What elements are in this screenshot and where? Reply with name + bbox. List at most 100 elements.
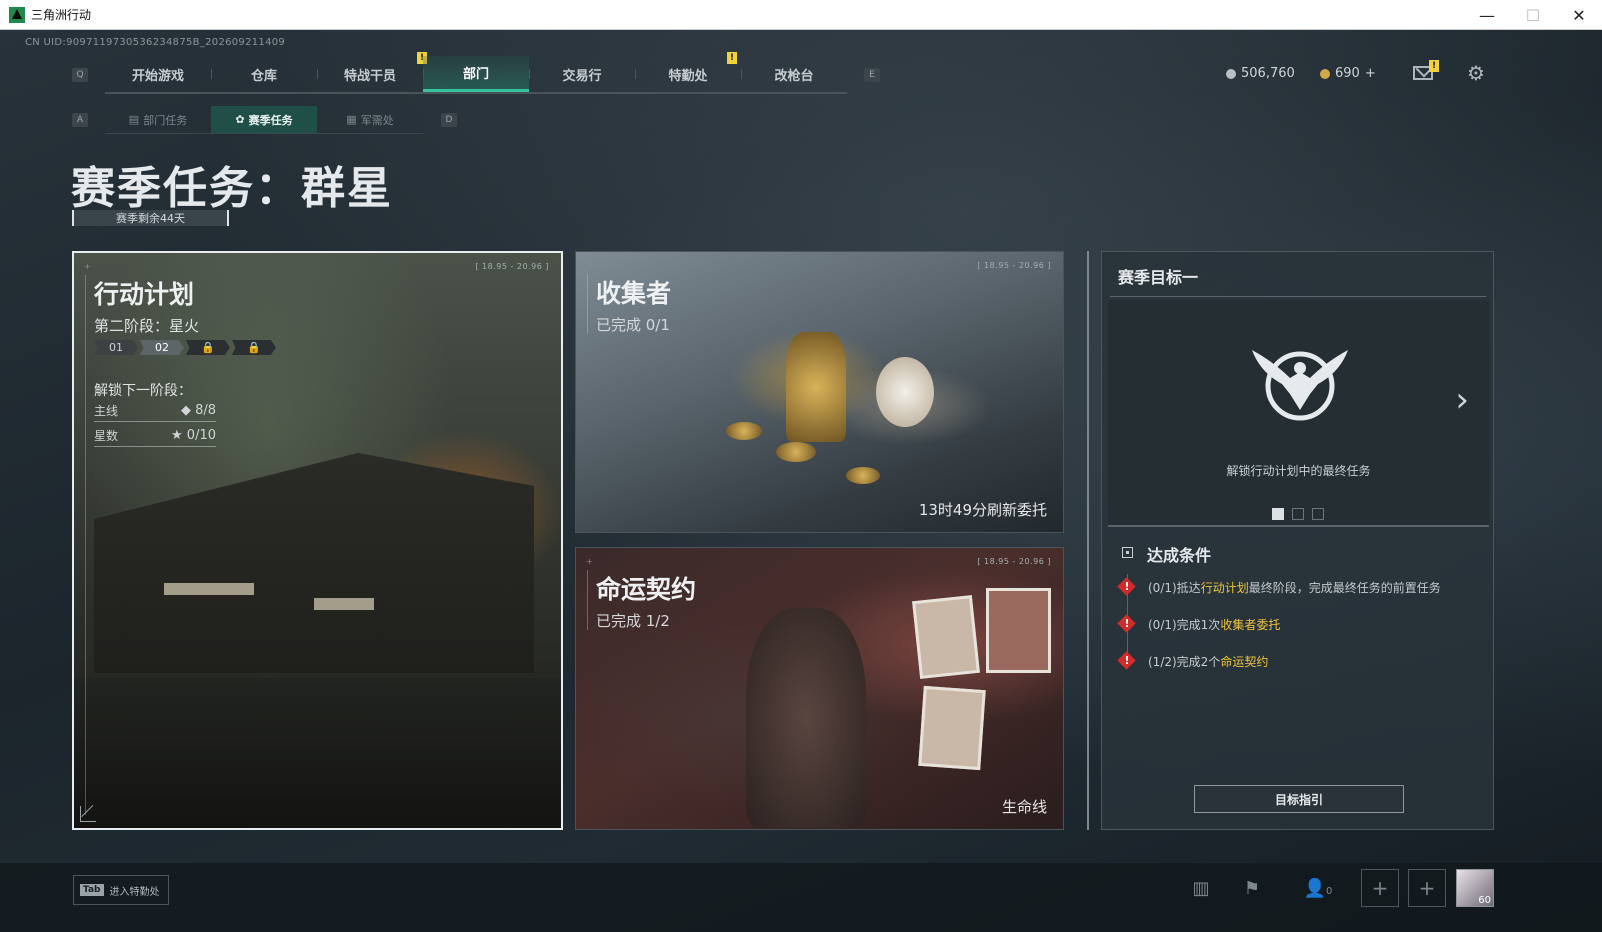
page-title: 赛季任务：群星 (71, 163, 393, 214)
gold-currency[interactable]: 690 + (1320, 66, 1376, 81)
stars-row: 星数 ★ 0/10 (94, 425, 216, 447)
tab-label: 仓库 (250, 68, 277, 84)
tab-trading[interactable]: 交易行 (529, 56, 635, 92)
minimize-button[interactable]: — (1464, 0, 1510, 30)
silver-amount: 506,760 (1241, 66, 1295, 81)
avatar-level: 60 (1478, 895, 1491, 906)
subtab-quartermaster[interactable]: ▦ 军需处 (317, 106, 423, 133)
golden-deer-illustration (786, 332, 846, 442)
settings-gear-icon[interactable]: ⚙ (1467, 63, 1486, 83)
condition-text: (1/2)完成2个 (1148, 654, 1221, 669)
stage-chip-locked-lock-icon: 🔒 (232, 340, 276, 355)
tab-department[interactable]: 部门 (423, 56, 529, 92)
collector-card[interactable]: + [ 18.95 - 20.96 ] 收集者 已完成 0/1 13时49分刷新… (575, 251, 1064, 533)
expand-icon (80, 806, 96, 822)
add-squad-slot-plus-icon[interactable]: + (1361, 869, 1399, 907)
nav-right-key-hint: E (864, 68, 880, 82)
tab-start-game[interactable]: 开始游戏 (105, 56, 211, 92)
coin-illustration (776, 442, 816, 462)
pager-dot[interactable] (1272, 508, 1284, 520)
wanted-photo (918, 685, 986, 771)
mail-notification-badge: ! (1429, 60, 1439, 72)
subtab-department-tasks[interactable]: ▤ 部门任务 (105, 106, 211, 133)
next-goal-chevron-right-icon[interactable]: › (1455, 380, 1469, 420)
condition-item: (0/1)完成1次收集者委托 (1118, 615, 1280, 633)
silver-currency: 506,760 (1226, 66, 1295, 81)
maximize-button[interactable]: ☐ (1510, 0, 1556, 30)
condition-highlight: 行动计划 (1200, 580, 1249, 595)
stats-chart-icon[interactable]: ▥ (1189, 877, 1213, 901)
stage-chip-01: 01 (94, 340, 138, 355)
collector-refresh-timer: 13时49分刷新委托 (918, 501, 1047, 519)
sub-right-key-hint: D (441, 113, 457, 127)
warning-diamond-icon (1118, 578, 1136, 596)
wanted-photo (912, 595, 980, 679)
avatar[interactable]: 60 (1456, 869, 1494, 907)
enter-special-ops-button[interactable]: Tab 进入特勤处 (73, 875, 169, 905)
stage-chip-02: 02 (140, 340, 184, 355)
gold-coin-icon (1320, 68, 1330, 79)
tab-special-ops[interactable]: 特勤处 ! (635, 52, 741, 92)
silver-coin-icon (1226, 68, 1236, 79)
tab-operators[interactable]: 特战干员 ! (317, 52, 427, 92)
game-screen: CN UID:9097119730536234875B_202609211409… (0, 30, 1602, 932)
tab-label: 部门 (462, 67, 489, 82)
corner-mark: + (84, 262, 91, 271)
condition-highlight: 命运契约 (1220, 654, 1269, 669)
card-corner-tag: [ 18.95 - 20.96 ] (977, 557, 1051, 566)
season-goal-panel: 赛季目标一 › 解锁行动计划中的最终任务 达成条件 (0/1)抵达行动计划最终阶… (1101, 251, 1494, 830)
building-illustration (94, 453, 534, 673)
card-guide-line (587, 274, 588, 334)
mainline-label: 主线 (94, 404, 119, 418)
window-titlebar: 三角洲行动 — ☐ ✕ (0, 0, 1602, 30)
close-button[interactable]: ✕ (1556, 0, 1602, 30)
goal-guide-button[interactable]: 目标指引 (1194, 785, 1404, 813)
card-guide-line (587, 570, 588, 630)
operation-plan-card[interactable]: + [ 18.95 - 20.96 ] 行动计划 第二阶段：星火 01 02 🔒… (72, 251, 563, 830)
warning-diamond-icon (1118, 652, 1136, 670)
condition-item: (0/1)抵达行动计划最终阶段，完成最终任务的前置任务 (1118, 578, 1441, 596)
add-squad-slot-plus-icon[interactable]: + (1408, 869, 1446, 907)
window-title: 三角洲行动 (31, 8, 92, 22)
condition-text: 最终阶段，完成最终任务的前置任务 (1248, 580, 1441, 595)
mainline-value: ◆ 8/8 (180, 403, 216, 418)
stage-label: 第二阶段：星火 (94, 317, 200, 335)
coin-illustration (846, 467, 880, 484)
tab-label: 开始游戏 (131, 68, 184, 84)
crate-icon: ▦ (346, 113, 357, 126)
subtab-label: 军需处 (360, 113, 394, 127)
mainline-row: 主线 ◆ 8/8 (94, 400, 216, 422)
panel-divider (1087, 251, 1089, 830)
tab-label: 特战干员 (343, 68, 396, 84)
season-goal-title: 赛季目标一 (1118, 268, 1199, 287)
window-controls: — ☐ ✕ (1464, 0, 1602, 29)
stars-value: ★ 0/10 (171, 428, 216, 443)
tab-gunsmith[interactable]: 改枪台 (741, 56, 847, 92)
fate-contract-card[interactable]: + [ 18.95 - 20.96 ] 命运契约 已完成 1/2 生命线 (575, 547, 1064, 830)
flag-icon[interactable]: ⚑ (1240, 877, 1264, 901)
subtab-label: 赛季任务 (248, 113, 293, 127)
sub-left-key-hint: A (72, 113, 88, 127)
subtab-label: 部门任务 (143, 113, 188, 127)
add-gold-button[interactable]: + (1365, 66, 1376, 81)
conditions-title: 达成条件 (1147, 546, 1212, 565)
gear-badge-icon: ✿ (235, 113, 245, 126)
pager-dot[interactable] (1312, 508, 1324, 520)
season-remaining-badge: 赛季剩余44天 (72, 210, 229, 226)
condition-item: (1/2)完成2个命运契约 (1118, 652, 1268, 670)
main-nav: 开始游戏 仓库 特战干员 ! 部门 交易行 特勤处 ! 改枪台 (105, 52, 847, 94)
fate-contract-tag: 生命线 (1001, 798, 1047, 816)
tab-label: 交易行 (562, 68, 602, 84)
nav-left-key-hint: Q (72, 68, 88, 82)
conditions-icon (1122, 547, 1133, 558)
tab-warehouse[interactable]: 仓库 (211, 56, 317, 92)
pager-dot[interactable] (1292, 508, 1304, 520)
friends-icon[interactable]: 👤0 (1298, 877, 1338, 901)
operation-plan-title: 行动计划 (94, 280, 195, 309)
eagle-emblem-icon (1252, 350, 1348, 421)
enter-special-ops-label: 进入特勤处 (109, 886, 160, 898)
condition-text: (0/1)完成1次 (1148, 617, 1221, 632)
subtab-season-tasks[interactable]: ✿ 赛季任务 (211, 106, 317, 133)
condition-highlight: 收集者委托 (1220, 617, 1281, 632)
uid-text: CN UID:9097119730536234875B_202609211409 (25, 37, 286, 48)
